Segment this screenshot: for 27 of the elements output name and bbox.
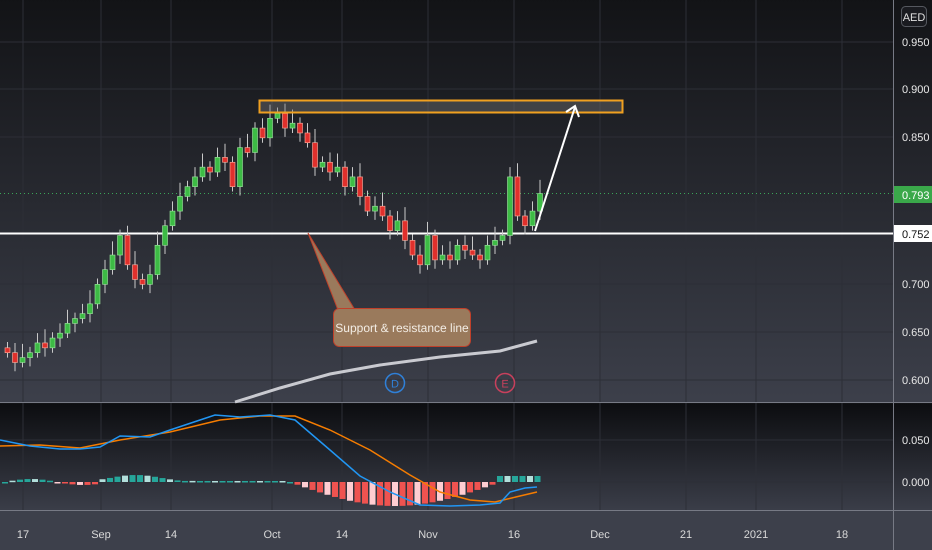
date-label: Nov [418,529,438,541]
date-label: 16 [508,529,520,541]
date-label: 2021 [744,529,768,541]
price-tick: 0.900 [902,84,930,96]
event-marker[interactable] [494,372,516,394]
price-tick: 0.950 [902,37,930,49]
price-tick: 0.650 [902,327,930,339]
date-label: 14 [164,529,178,541]
date-label: Oct [263,529,281,541]
last-price-tag: 0.793 [894,186,932,203]
price-tick: 0.850 [902,132,930,144]
macd-tick: 0.050 [902,435,930,447]
event-letter: D [391,378,399,390]
event-marker[interactable] [384,372,406,394]
currency-button[interactable]: AED [901,6,927,27]
date-label: 21 [680,529,692,541]
event-letter: E [501,378,509,390]
date-label: 17 [16,529,30,541]
line-price-tag: 0.752 [894,225,932,242]
callout-text: Support & resistance line [335,321,469,335]
date-label: Dec [590,529,610,541]
price-tick: 0.600 [902,375,930,387]
date-label: Sep [91,529,111,541]
macd-tick: 0.000 [902,477,930,489]
date-label: 18 [836,529,848,541]
date-label: 14 [336,529,348,541]
price-tick: 0.700 [902,279,930,291]
